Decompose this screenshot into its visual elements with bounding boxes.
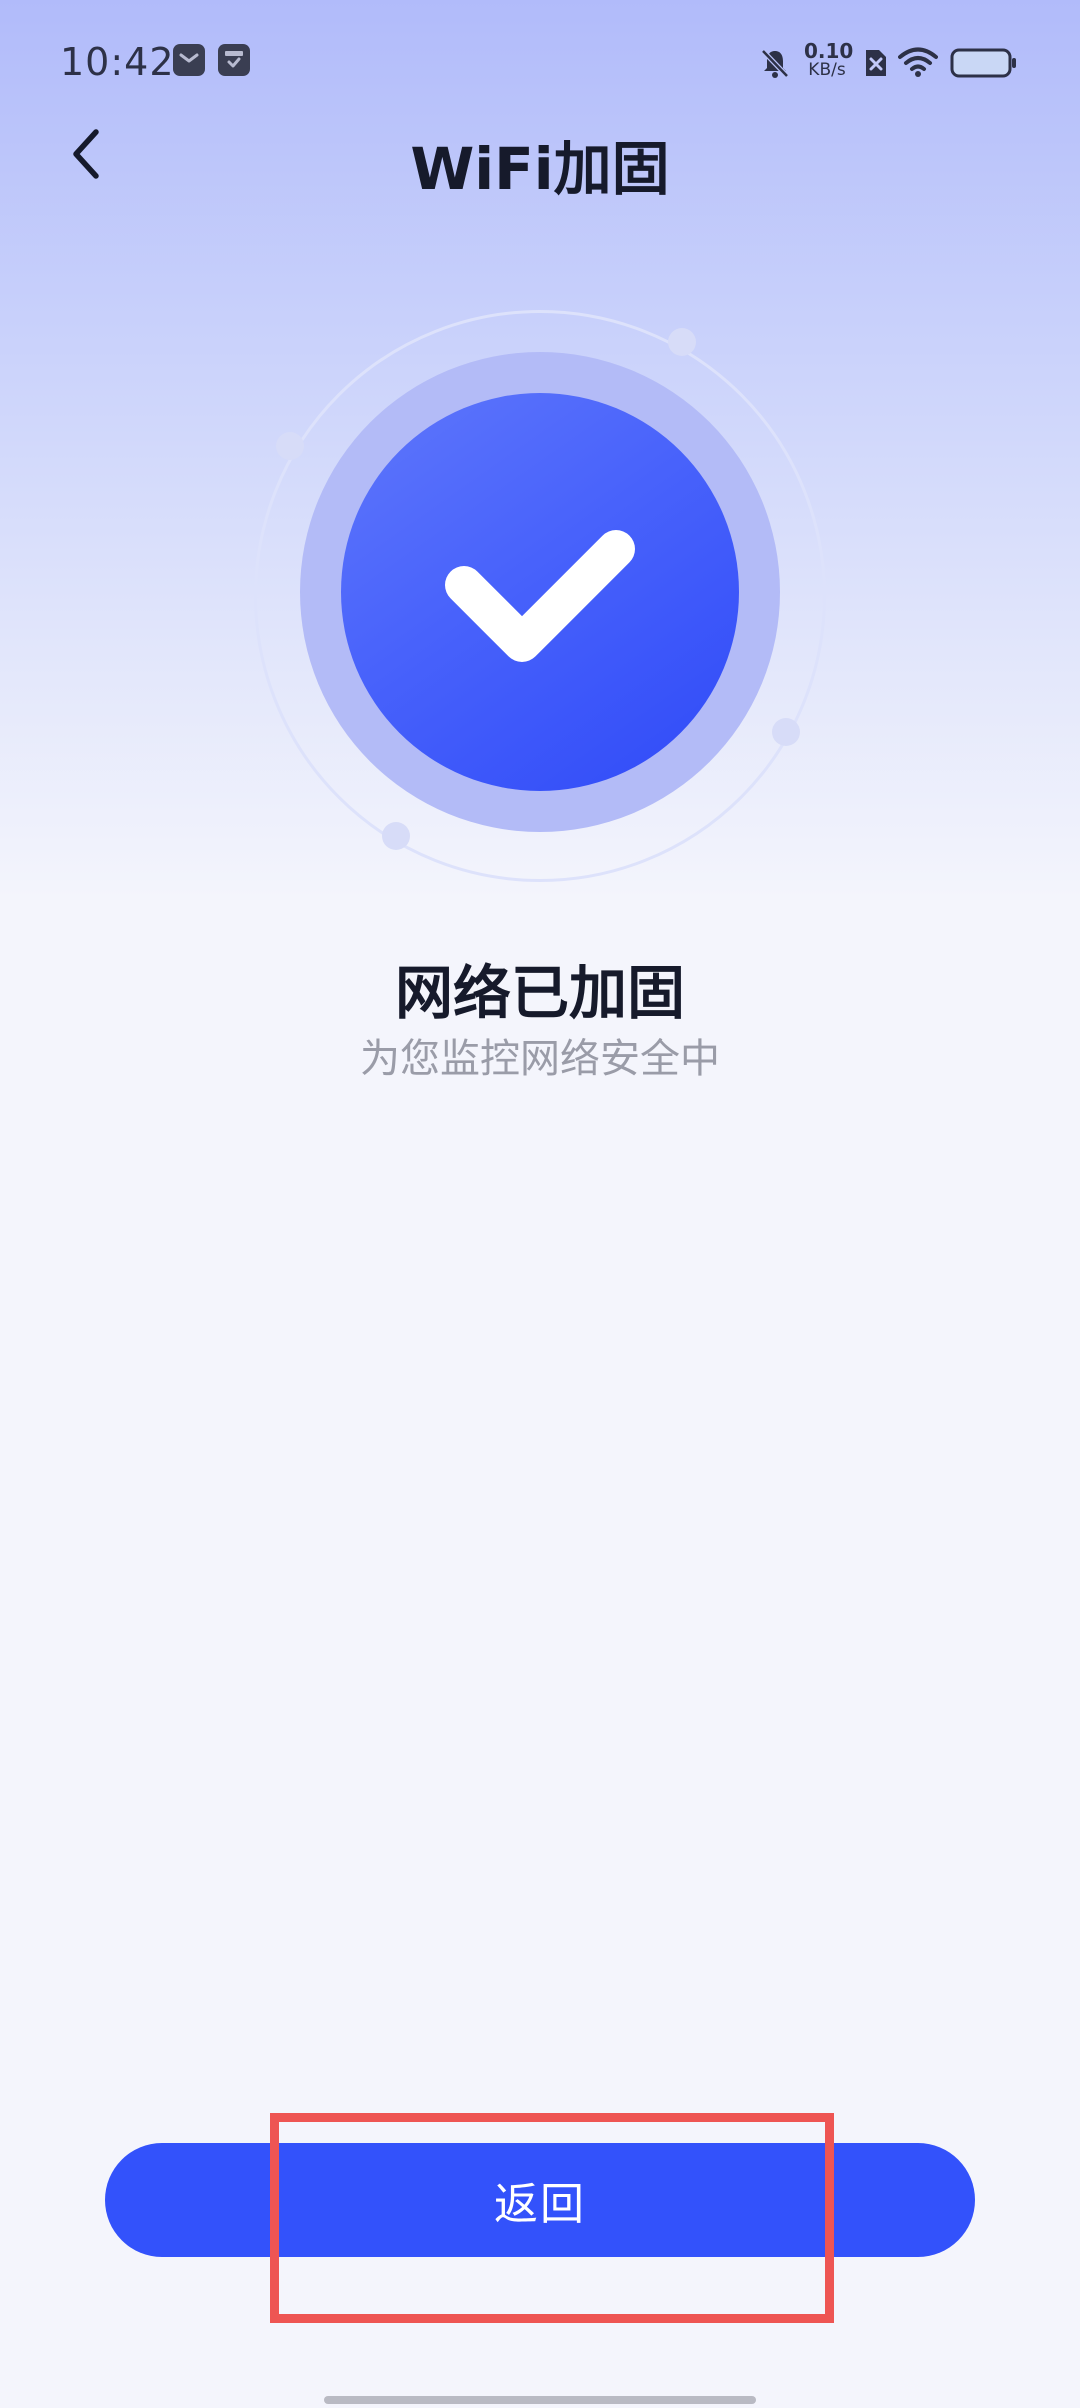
check-icon [445, 530, 635, 662]
success-circle [341, 393, 739, 791]
bell-off-icon [761, 49, 789, 78]
ring-dot [276, 432, 304, 460]
sim-x-icon [866, 50, 886, 76]
return-button[interactable]: 返回 [105, 2143, 975, 2257]
status-bar: 10:42 0.10 KB/s [0, 0, 1080, 128]
net-speed-value: 0.10 [804, 39, 854, 63]
result-subtitle: 为您监控网络安全中 [360, 1036, 720, 1082]
net-speed: 0.10 KB/s [804, 39, 854, 80]
status-time: 10:42 [60, 40, 175, 84]
result-title: 网络已加固 [394, 959, 685, 1027]
page-title: WiFi加固 [410, 135, 670, 203]
net-speed-unit: KB/s [808, 60, 846, 80]
ring-dot [382, 822, 410, 850]
ring-dot [668, 328, 696, 356]
battery-icon [950, 48, 1016, 78]
success-graphic [240, 296, 840, 896]
home-indicator[interactable] [324, 2396, 756, 2404]
wifi-icon [898, 47, 938, 77]
box-icon [218, 44, 250, 76]
mail-icon [173, 44, 205, 76]
ring-dot [772, 718, 800, 746]
